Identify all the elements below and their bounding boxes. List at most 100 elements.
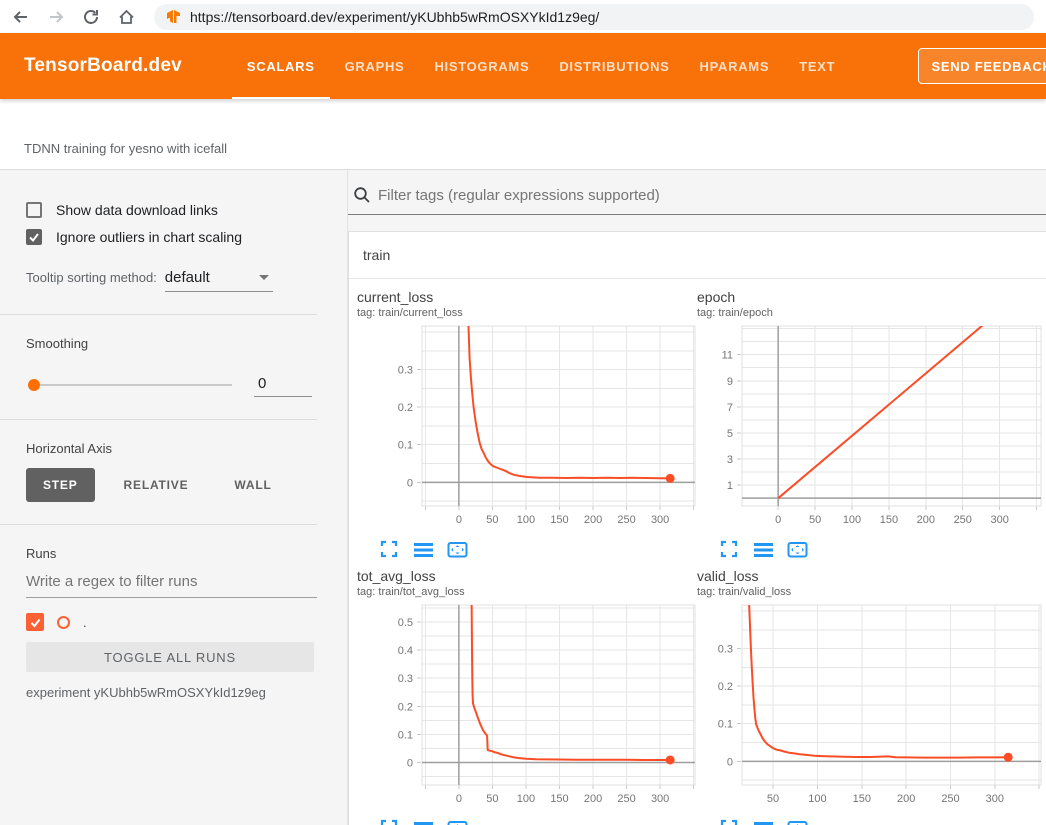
svg-text:0.2: 0.2	[398, 701, 413, 713]
smoothing-value-input[interactable]	[254, 373, 312, 397]
chevron-down-icon	[259, 275, 269, 280]
chart-title: valid_loss	[697, 568, 1046, 584]
svg-text:150: 150	[880, 514, 898, 526]
line-chart-epoch[interactable]: 0501001502002503001357911	[697, 324, 1045, 534]
tab-scalars[interactable]: SCALARS	[232, 33, 330, 99]
runs-label: Runs	[26, 546, 317, 561]
svg-text:0.3: 0.3	[398, 365, 413, 377]
horizontal-lines-icon[interactable]	[753, 819, 773, 825]
tab-histograms[interactable]: HISTOGRAMS	[419, 33, 544, 99]
experiment-title: TDNN training for yesno with icefall	[24, 141, 227, 156]
chart-card-tot-avg-loss: tot_avg_loss tag: train/tot_avg_loss 0 50…	[357, 568, 697, 825]
tab-hparams[interactable]: HPARAMS	[685, 33, 785, 99]
tab-graphs[interactable]: GRAPHS	[330, 33, 420, 99]
tab-distributions[interactable]: DISTRIBUTIONS	[544, 33, 684, 99]
smoothing-slider[interactable]	[30, 384, 232, 386]
svg-text:0.5: 0.5	[398, 617, 413, 629]
sidebar-divider	[0, 524, 317, 525]
line-chart-tot-avg-loss[interactable]: 05010015020025030000.10.20.30.40.5	[377, 603, 699, 813]
svg-text:250: 250	[617, 514, 635, 526]
run-checkbox-checked-icon[interactable]	[26, 613, 44, 631]
horizontal-lines-icon[interactable]	[413, 819, 433, 825]
checkbox-checked-icon[interactable]	[26, 229, 42, 245]
axis-relative-button[interactable]: RELATIVE	[107, 468, 206, 502]
svg-text:200: 200	[584, 514, 602, 526]
experiment-id-caption: experiment yKUbhb5wRmOSXYkId1z9eg	[26, 685, 317, 700]
svg-text:1: 1	[727, 480, 733, 492]
run-list-item[interactable]: .	[26, 613, 317, 631]
svg-text:0.3: 0.3	[718, 644, 733, 656]
runs-regex-input[interactable]	[26, 565, 317, 598]
chart-title: tot_avg_loss	[357, 568, 697, 584]
svg-text:100: 100	[517, 793, 535, 805]
svg-text:50: 50	[486, 514, 498, 526]
fit-to-data-icon[interactable]	[447, 819, 467, 825]
svg-text:300: 300	[651, 514, 669, 526]
show-download-links-checkbox-row[interactable]: Show data download links	[26, 202, 317, 218]
chart-card-current-loss: current_loss tag: train/current_loss 050…	[357, 289, 697, 560]
svg-text:250: 250	[954, 514, 972, 526]
horizontal-axis-buttons: STEP RELATIVE WALL	[26, 468, 317, 502]
fit-to-data-icon[interactable]	[447, 540, 467, 560]
reload-icon[interactable]	[80, 6, 102, 28]
svg-text:11: 11	[722, 350, 733, 362]
fullscreen-icon[interactable]	[719, 540, 739, 560]
chart-card-epoch: epoch tag: train/epoch 05010015020025030…	[697, 289, 1046, 560]
forward-icon[interactable]	[45, 6, 67, 28]
svg-text:0.3: 0.3	[398, 673, 413, 685]
svg-text:9: 9	[727, 376, 733, 388]
tab-text[interactable]: TEXT	[784, 33, 850, 99]
send-feedback-button[interactable]: SEND FEEDBACK	[918, 48, 1046, 84]
svg-text:50: 50	[486, 793, 498, 805]
fit-to-data-icon[interactable]	[787, 819, 807, 825]
axis-step-button[interactable]: STEP	[26, 468, 95, 502]
settings-sidebar: Show data download links Ignore outliers…	[0, 170, 348, 825]
tooltip-sorting-select[interactable]: default	[165, 269, 273, 292]
fit-to-data-icon[interactable]	[787, 540, 807, 560]
horizontal-lines-icon[interactable]	[413, 540, 433, 560]
charts-grid: current_loss tag: train/current_loss 050…	[349, 279, 1046, 825]
toggle-all-runs-button[interactable]: TOGGLE ALL RUNS	[26, 642, 314, 672]
app-header: TensorBoard.dev SCALARS GRAPHS HISTOGRAM…	[0, 33, 1046, 99]
fullscreen-icon[interactable]	[379, 819, 399, 825]
svg-text:0.4: 0.4	[398, 645, 413, 657]
smoothing-slider-row	[26, 373, 317, 397]
horizontal-lines-icon[interactable]	[753, 540, 773, 560]
svg-text:7: 7	[727, 402, 733, 414]
home-icon[interactable]	[115, 6, 137, 28]
svg-text:0: 0	[407, 758, 413, 770]
axis-wall-button[interactable]: WALL	[217, 468, 288, 502]
browser-toolbar: https://tensorboard.dev/experiment/yKUbh…	[0, 0, 1046, 33]
ignore-outliers-label: Ignore outliers in chart scaling	[56, 229, 242, 245]
svg-text:150: 150	[550, 793, 568, 805]
svg-text:0.1: 0.1	[398, 729, 413, 741]
fullscreen-icon[interactable]	[379, 540, 399, 560]
svg-text:0.1: 0.1	[718, 719, 733, 731]
ignore-outliers-checkbox-row[interactable]: Ignore outliers in chart scaling	[26, 229, 317, 245]
svg-text:300: 300	[986, 793, 1004, 805]
svg-text:200: 200	[584, 793, 602, 805]
url-text: https://tensorboard.dev/experiment/yKUbh…	[190, 9, 599, 25]
smoothing-label: Smoothing	[26, 336, 317, 351]
scalars-dashboard: train current_loss tag: train/current_lo…	[348, 170, 1046, 825]
back-icon[interactable]	[10, 6, 32, 28]
address-bar[interactable]: https://tensorboard.dev/experiment/yKUbh…	[154, 4, 1034, 30]
svg-text:200: 200	[897, 793, 915, 805]
chart-tag: tag: train/tot_avg_loss	[357, 586, 697, 598]
line-chart-valid-loss[interactable]: 5010015020025030000.10.20.3	[697, 603, 1045, 813]
svg-text:0: 0	[775, 514, 781, 526]
svg-text:250: 250	[617, 793, 635, 805]
chart-actions	[719, 540, 1046, 560]
svg-text:0: 0	[456, 793, 462, 805]
svg-text:200: 200	[917, 514, 935, 526]
fullscreen-icon[interactable]	[719, 819, 739, 825]
sidebar-divider	[0, 419, 317, 420]
train-section-header[interactable]: train	[349, 232, 1046, 279]
line-chart-current-loss[interactable]: 05010015020025030000.10.20.3	[377, 324, 699, 534]
train-section-card: train current_loss tag: train/current_lo…	[348, 231, 1046, 825]
chart-actions	[379, 819, 697, 825]
slider-thumb[interactable]	[28, 379, 40, 391]
svg-text:3: 3	[727, 454, 733, 466]
checkbox-unchecked-icon[interactable]	[26, 202, 42, 218]
tag-filter-input[interactable]	[378, 187, 1046, 204]
